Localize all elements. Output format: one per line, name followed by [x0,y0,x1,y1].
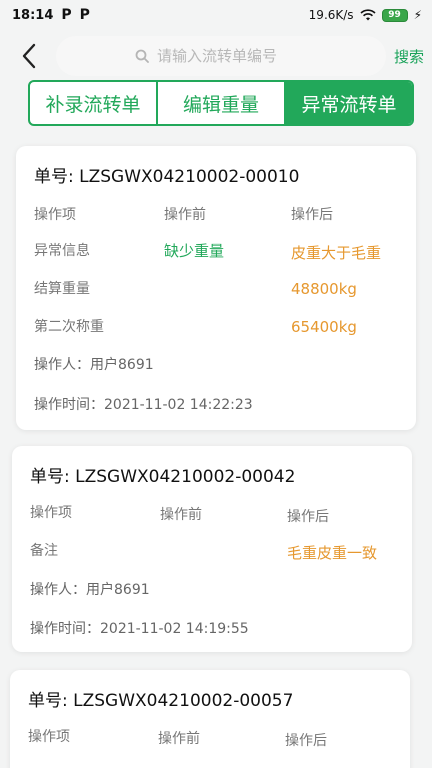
column-header-after: 操作后 [285,733,327,749]
status-bar: 18:14 P P 19.6K/s 99 ⚡ [0,0,432,30]
column-header-after: 操作后 [291,207,333,223]
order-number: 单号: LZSGWX04210002-00010 [34,162,299,187]
record-card[interactable]: 单号: LZSGWX04210002-00057 操作项 操作前 操作后 [10,670,410,768]
tab-abnormal-transfer[interactable]: 异常流转单 [286,82,412,124]
record-card[interactable]: 单号: LZSGWX04210002-00042 操作项 操作前 操作后 备注 … [12,446,412,652]
order-number: 单号: LZSGWX04210002-00057 [28,686,293,711]
row-item: 备注 [30,543,58,559]
row-after-value: 48800kg [291,280,357,298]
row-before-value: 缺少重量 [164,242,225,260]
back-icon[interactable] [18,40,42,72]
order-value: LZSGWX04210002-00010 [79,167,300,187]
app-notification-icon: P [61,7,72,23]
row-item: 结算重量 [34,281,90,297]
column-header-before: 操作前 [160,507,202,523]
row-item: 第二次称重 [34,319,104,335]
row-after-value: 皮重大于毛重 [291,244,382,262]
search-icon [135,49,149,63]
order-label: 单号: [28,691,68,711]
charging-icon: ⚡ [413,8,422,22]
column-header-item: 操作项 [34,207,76,223]
column-header-after: 操作后 [287,509,329,525]
order-label: 单号: [30,467,70,487]
status-left: 18:14 P P [12,7,90,23]
operation-time: 操作时间：2021-11-02 14:19:55 [30,621,249,637]
search-button[interactable]: 搜索 [394,46,424,67]
column-header-item: 操作项 [30,505,72,521]
order-label: 单号: [34,167,74,187]
record-card[interactable]: 单号: LZSGWX04210002-00010 操作项 操作前 操作后 异常信… [16,146,416,430]
tab-bar: 补录流转单 编辑重量 异常流转单 [28,80,414,126]
order-number: 单号: LZSGWX04210002-00042 [30,462,295,487]
tab-edit-weight[interactable]: 编辑重量 [158,82,286,124]
battery-icon: 99 [381,8,408,22]
column-header-before: 操作前 [164,207,206,223]
wifi-icon [360,9,376,21]
operator: 操作人：用户8691 [30,582,150,598]
row-after-value: 毛重皮重一致 [287,544,378,562]
column-header-item: 操作项 [28,729,70,745]
order-value: LZSGWX04210002-00057 [73,691,294,711]
search-box[interactable] [56,36,386,76]
net-speed: 19.6K/s [308,8,354,22]
status-time: 18:14 [12,7,54,23]
search-input[interactable] [157,47,307,65]
tab-supplement-transfer[interactable]: 补录流转单 [30,82,158,124]
operator: 操作人：用户8691 [34,357,154,373]
column-header-before: 操作前 [158,731,200,747]
order-value: LZSGWX04210002-00042 [75,467,296,487]
row-item: 异常信息 [34,243,90,259]
operation-time: 操作时间：2021-11-02 14:22:23 [34,397,253,413]
app-notification-icon: P [79,7,90,23]
row-after-value: 65400kg [291,318,357,336]
status-right: 19.6K/s 99 ⚡ [309,8,422,22]
header: 搜索 [0,34,432,78]
